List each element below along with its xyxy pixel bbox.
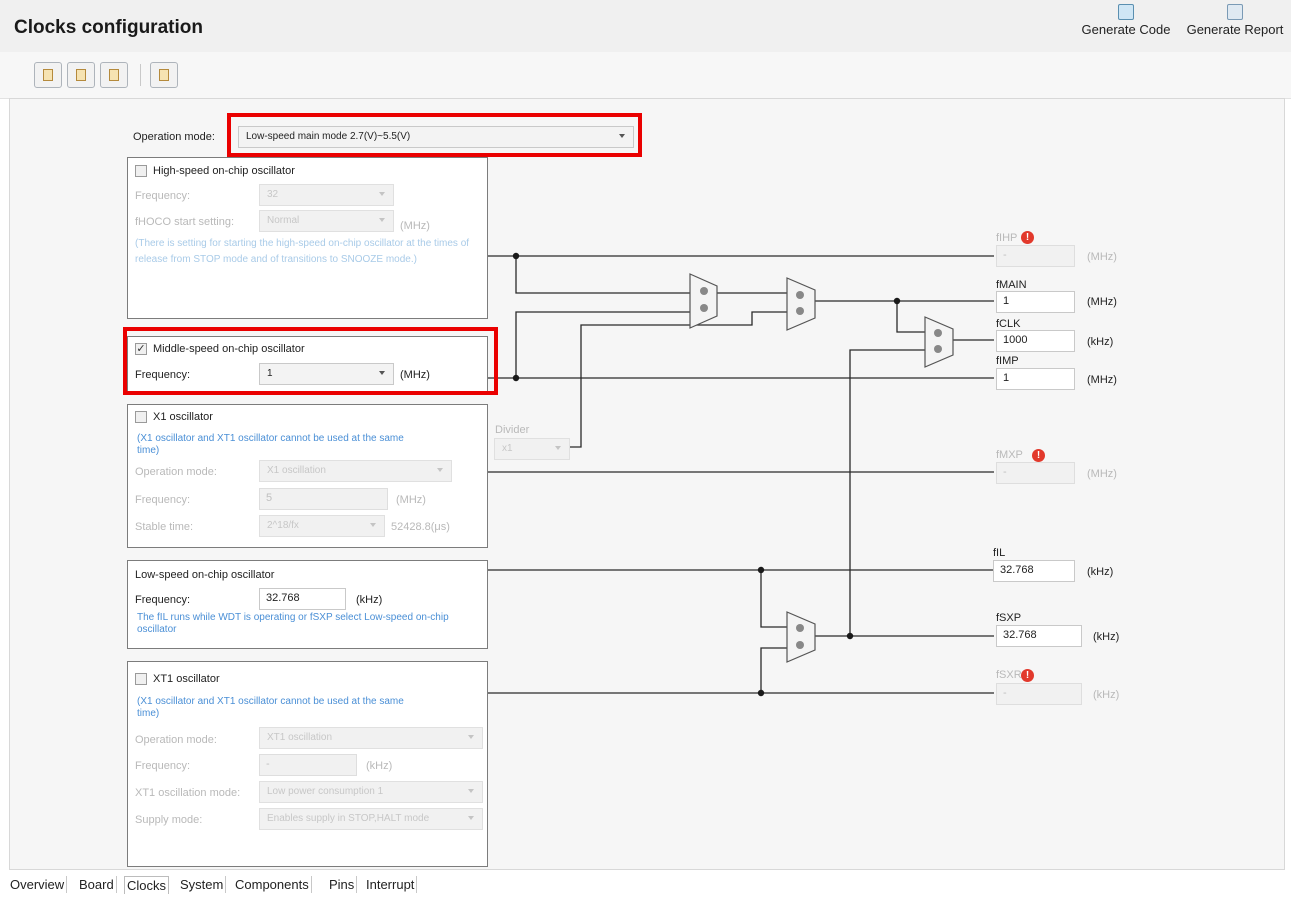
xt1-frequency-unit: (kHz): [366, 760, 393, 772]
fmain-label: fMAIN: [996, 279, 1027, 291]
chevron-down-icon: [379, 192, 385, 196]
multiplexer-icon: [924, 316, 954, 368]
xt1-supply-value: Enables supply in STOP,HALT mode: [267, 813, 430, 824]
hoco-start-label: fHOCO start setting:: [135, 216, 235, 228]
multiplexer-icon: [689, 273, 718, 329]
fimp-value: 1: [996, 368, 1075, 390]
loco-note: The fIL runs while WDT is operating or f…: [137, 612, 449, 635]
xt1-frequency-input[interactable]: -: [259, 754, 357, 776]
fihp-value: -: [996, 245, 1075, 267]
xt1-op-mode-value: XT1 oscillation: [267, 732, 333, 743]
fihp-label: fIHP: [996, 232, 1018, 244]
tab-system[interactable]: System: [178, 876, 227, 893]
xt1-osc-mode-select[interactable]: Low power consumption 1: [259, 781, 483, 803]
xt1-osc-mode-label: XT1 oscillation mode:: [135, 787, 241, 799]
loco-frequency-input[interactable]: 32.768: [259, 588, 346, 610]
x1-op-mode-value: X1 oscillation: [267, 465, 326, 476]
fmxp-unit: (MHz): [1087, 468, 1117, 480]
fil-label: fIL: [993, 547, 1006, 559]
divider-select[interactable]: x1: [494, 438, 570, 460]
fimp-label: fIMP: [996, 355, 1019, 367]
divider-value: x1: [502, 443, 513, 454]
tab-components[interactable]: Components: [233, 876, 312, 893]
warning-icon: !: [1032, 449, 1045, 462]
tab-pins[interactable]: Pins: [327, 876, 358, 893]
loco-frequency-label: Frequency:: [135, 594, 191, 606]
x1-frequency-unit: (MHz): [396, 494, 426, 506]
chevron-down-icon: [468, 735, 474, 739]
highlight-moco: [123, 327, 498, 395]
fclk-label: fCLK: [996, 318, 1021, 330]
x1-op-mode-select[interactable]: X1 oscillation: [259, 460, 452, 482]
fsxr-label: fSXR: [996, 669, 1022, 681]
fil-unit: (kHz): [1087, 566, 1114, 578]
fsxp-label: fSXP: [996, 612, 1022, 624]
xt1-checkbox[interactable]: [135, 673, 147, 685]
fihp-unit: (MHz): [1087, 251, 1117, 263]
chevron-down-icon: [370, 523, 376, 527]
x1-stable-select[interactable]: 2^18/fx: [259, 515, 385, 537]
hoco-start-unit: (MHz): [400, 220, 430, 232]
xt1-supply-label: Supply mode:: [135, 814, 203, 826]
xt1-note: (X1 oscillator and XT1 oscillator cannot…: [137, 696, 404, 719]
highlight-operation-mode: [227, 113, 642, 157]
chevron-down-icon: [379, 218, 385, 222]
fil-value: 32.768: [993, 560, 1075, 582]
hoco-frequency-select[interactable]: 32: [259, 184, 394, 206]
fmain-unit: (MHz): [1087, 296, 1117, 308]
warning-icon: !: [1021, 231, 1034, 244]
fmain-value: 1: [996, 291, 1075, 313]
fsxp-unit: (kHz): [1093, 631, 1120, 643]
tab-board[interactable]: Board: [77, 876, 117, 893]
fsxr-unit: (kHz): [1093, 689, 1120, 701]
fclk-unit: (kHz): [1087, 336, 1114, 348]
hoco-note: (There is setting for starting the high-…: [135, 238, 470, 265]
multiplexer-icon: [786, 611, 816, 663]
xt1-osc-mode-value: Low power consumption 1: [267, 786, 384, 797]
chevron-down-icon: [468, 789, 474, 793]
chevron-down-icon: [555, 446, 561, 450]
xt1-title: XT1 oscillator: [153, 673, 220, 685]
xt1-op-mode-select[interactable]: XT1 oscillation: [259, 727, 483, 749]
x1-checkbox[interactable]: [135, 411, 147, 423]
hoco-title: High-speed on-chip oscillator: [153, 165, 295, 177]
x1-title: X1 oscillator: [153, 411, 213, 423]
operation-mode-label: Operation mode:: [133, 131, 215, 143]
x1-op-mode-label: Operation mode:: [135, 466, 217, 478]
x1-stable-label: Stable time:: [135, 521, 194, 533]
hoco-start-select[interactable]: Normal: [259, 210, 394, 232]
fsxr-value: -: [996, 683, 1082, 705]
hoco-checkbox[interactable]: [135, 165, 147, 177]
xt1-frequency-label: Frequency:: [135, 760, 191, 772]
tab-interrupt[interactable]: Interrupt: [364, 876, 418, 893]
loco-frequency-unit: (kHz): [356, 594, 383, 606]
chevron-down-icon: [437, 468, 443, 472]
fclk-value: 1000: [996, 330, 1075, 352]
xt1-supply-select[interactable]: Enables supply in STOP,HALT mode: [259, 808, 483, 830]
x1-note: (X1 oscillator and XT1 oscillator cannot…: [137, 433, 404, 456]
hoco-start-value: Normal: [267, 215, 300, 226]
multiplexer-icon: [786, 277, 816, 331]
x1-stable-value: 2^18/fx: [267, 520, 299, 531]
loco-title: Low-speed on-chip oscillator: [135, 569, 275, 581]
fmxp-value: -: [996, 462, 1075, 484]
fsxp-value: 32.768: [996, 625, 1082, 647]
warning-icon: !: [1021, 669, 1034, 682]
x1-frequency-input[interactable]: 5: [259, 488, 388, 510]
xt1-op-mode-label: Operation mode:: [135, 734, 217, 746]
chevron-down-icon: [468, 816, 474, 820]
hoco-frequency-label: Frequency:: [135, 190, 191, 202]
hoco-frequency-value: 32: [267, 189, 279, 200]
fmxp-label: fMXP: [996, 449, 1023, 461]
fimp-unit: (MHz): [1087, 374, 1117, 386]
tab-overview[interactable]: Overview: [8, 876, 68, 893]
x1-frequency-label: Frequency:: [135, 494, 191, 506]
x1-stable-extra: 52428.8(μs): [391, 521, 450, 533]
tab-clocks[interactable]: Clocks: [124, 876, 170, 894]
divider-label: Divider: [495, 424, 530, 436]
